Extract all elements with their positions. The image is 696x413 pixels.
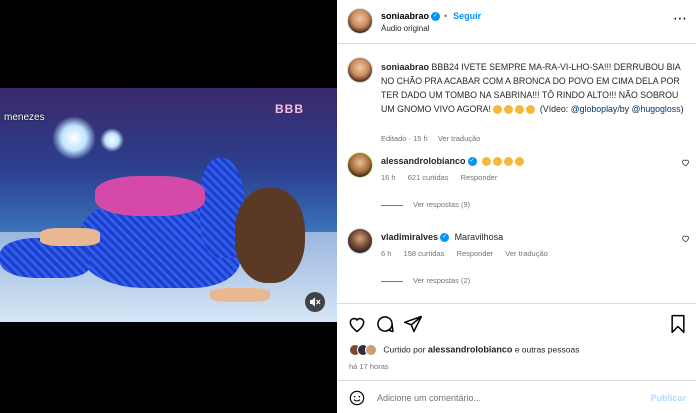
view-replies-label: Ver respostas (2) <box>413 276 471 285</box>
post-header: soniaabrao ✓ • Seguir Áudio original ⋯ <box>337 0 696 44</box>
caption-video-prefix: (Vídeo: <box>539 104 569 114</box>
emoji-icon <box>526 105 536 115</box>
comment-username[interactable]: vladimiralves <box>381 232 438 242</box>
view-replies-label: Ver respostas (9) <box>413 200 471 209</box>
comment-meta: 6 h 158 curtidas Responder Ver tradução <box>381 249 558 258</box>
more-options-icon[interactable]: ⋯ <box>673 10 688 27</box>
heart-outline-icon <box>682 235 689 243</box>
share-icon[interactable] <box>403 314 423 339</box>
liked-by-avatars <box>349 344 377 356</box>
view-replies-button[interactable]: Ver respostas (2) <box>381 276 470 285</box>
comment-icon[interactable] <box>375 314 395 339</box>
header-username[interactable]: soniaabrao <box>381 11 429 21</box>
like-icon[interactable] <box>347 314 367 339</box>
reply-button[interactable]: Responder <box>461 173 498 182</box>
post-time[interactable]: há 17 horas <box>349 362 389 371</box>
dancer-figure <box>210 288 270 302</box>
liked-by-prefix: Curtido por <box>383 344 426 355</box>
caption-link-globoplay[interactable]: @globoplay <box>571 104 618 114</box>
video-watermark-logo: BBB <box>275 102 304 116</box>
caption-emoji <box>493 104 537 115</box>
video-watermark-name: menezes <box>4 112 45 123</box>
liked-by-user[interactable]: alessandrolobianco <box>428 344 513 354</box>
video-player[interactable]: menezes BBB <box>0 88 337 322</box>
avatar <box>365 344 377 356</box>
avatar[interactable] <box>347 152 373 178</box>
replies-dash <box>381 280 403 282</box>
comment-meta: 16 h 621 curtidas Responder <box>381 173 507 182</box>
emoji-icon <box>493 105 503 115</box>
avatar[interactable] <box>347 8 373 34</box>
action-bar <box>347 314 687 336</box>
caption-meta: Editado · 15 h Ver tradução <box>381 134 480 143</box>
liked-by-line: Curtido por alessandrolobianco e outras … <box>349 344 579 356</box>
replies-dash <box>381 204 403 206</box>
follow-button[interactable]: Seguir <box>453 11 481 21</box>
add-comment-bar: Publicar <box>337 380 696 413</box>
caption-link-hugogloss[interactable]: @hugogloss <box>632 104 681 114</box>
publish-button[interactable]: Publicar <box>650 393 686 403</box>
avatar[interactable] <box>347 57 373 83</box>
emoji-icon <box>504 157 514 167</box>
post-actions: Curtido por alessandrolobianco e outras … <box>337 303 696 413</box>
speaker-muted-icon <box>310 297 321 307</box>
comment-emoji <box>482 156 526 167</box>
liked-by-suffix[interactable]: e outras pessoas <box>515 344 580 354</box>
comment-likes[interactable]: 158 curtidas <box>404 249 445 258</box>
comments-section[interactable]: soniaabrao BBB24 IVETE SEMPRE MA-RA-VI-L… <box>337 44 696 300</box>
dancer-figure <box>95 176 205 216</box>
emoji-icon <box>493 157 503 167</box>
verified-badge-icon: ✓ <box>440 233 450 243</box>
mute-button[interactable] <box>305 292 325 312</box>
heart-icon[interactable] <box>681 234 690 245</box>
comment-body: alessandrolobianco ✓ <box>381 156 526 167</box>
heart-icon[interactable] <box>681 158 690 169</box>
stage-light <box>52 116 96 160</box>
emoji-icon <box>515 105 525 115</box>
emoji-icon <box>504 105 514 115</box>
verified-badge-icon: ✓ <box>431 12 441 22</box>
dancer-figure <box>40 228 100 246</box>
post-panel: soniaabrao ✓ • Seguir Áudio original ⋯ soni… <box>337 0 696 413</box>
comment-username[interactable]: alessandrolobianco <box>381 156 466 166</box>
caption-text: soniaabrao BBB24 IVETE SEMPRE MA-RA-VI-L… <box>381 60 686 116</box>
heart-outline-icon <box>682 159 689 167</box>
comment-see-translation[interactable]: Ver tradução <box>505 249 548 258</box>
caption-see-translation[interactable]: Ver tradução <box>438 134 481 143</box>
avatar[interactable] <box>347 228 373 254</box>
dot-separator: • <box>444 11 448 21</box>
audio-label[interactable]: Áudio original <box>381 24 429 33</box>
verified-badge-icon: ✓ <box>467 157 477 167</box>
comment-likes[interactable]: 621 curtidas <box>408 173 449 182</box>
caption-username[interactable]: soniaabrao <box>381 62 429 72</box>
emoji-icon <box>515 157 525 167</box>
save-bookmark-icon[interactable] <box>669 314 687 339</box>
emoji-icon <box>482 157 492 167</box>
caption-video-mid: /by <box>617 104 630 114</box>
video-pane: menezes BBB <box>0 0 337 413</box>
caption-time[interactable]: 15 h <box>413 134 428 143</box>
comment-time[interactable]: 6 h <box>381 249 391 258</box>
comment-input[interactable] <box>377 390 627 406</box>
view-replies-button[interactable]: Ver respostas (9) <box>381 200 470 209</box>
caption-edited: Editado <box>381 134 407 143</box>
emoji-picker-icon[interactable] <box>349 390 365 411</box>
comment-body: vladimiralves ✓ Maravilhosa <box>381 232 504 243</box>
comment-text: Maravilhosa <box>454 232 504 242</box>
stage-light <box>100 128 124 152</box>
reply-button[interactable]: Responder <box>456 249 493 258</box>
dancer-figure <box>235 188 305 283</box>
caption-video-suffix: ) <box>680 104 684 114</box>
comment-time[interactable]: 16 h <box>381 173 396 182</box>
header-line: soniaabrao ✓ • Seguir <box>381 11 481 22</box>
